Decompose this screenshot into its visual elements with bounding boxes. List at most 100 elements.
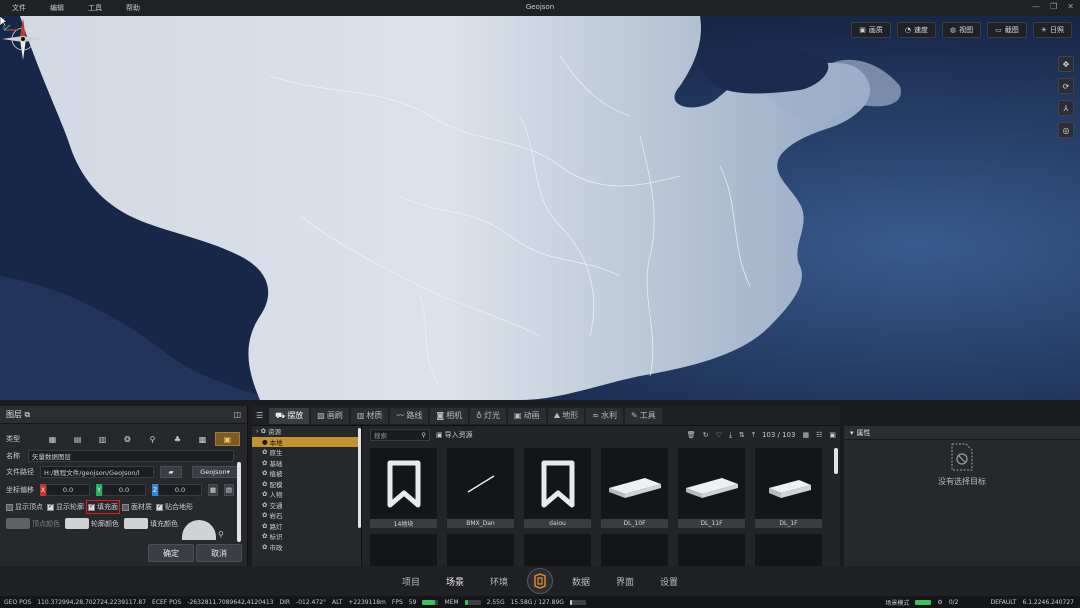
show-vertex-checkbox[interactable]: 显示顶点 (6, 502, 43, 512)
tree-item[interactable]: ✿ 配模 (252, 479, 361, 490)
tab-terrain[interactable]: ⛰ 地形 (547, 407, 585, 424)
tab-animation[interactable]: ▣ 动画 (508, 407, 546, 424)
poi-type-icon[interactable]: ⚲ (140, 432, 165, 446)
tree-item[interactable]: ✿ 人物 (252, 489, 361, 500)
nav-data[interactable]: 数据 (559, 575, 603, 588)
nav-interface[interactable]: 界面 (603, 575, 647, 588)
asset-item[interactable]: daiou (524, 448, 591, 528)
sort-icon[interactable]: ⇅ (739, 431, 745, 439)
nav-scene[interactable]: 场景 (433, 575, 477, 588)
globe-layer-icon[interactable]: ◎ (1058, 122, 1074, 138)
tab-camera[interactable]: ◙ 相机 (430, 407, 469, 424)
menu-edit[interactable]: 编辑 (38, 3, 76, 13)
tree-item[interactable]: ✿ 标识 (252, 531, 361, 542)
menu-file[interactable]: 文件 (0, 3, 38, 13)
tab-light[interactable]: ♁ 灯光 (470, 407, 506, 424)
app-logo-icon[interactable] (527, 568, 553, 594)
layer-panel-scrollbar[interactable] (237, 462, 241, 542)
asset-item[interactable]: 14地块 (370, 448, 437, 528)
nav-environment[interactable]: 环境 (477, 575, 521, 588)
refresh-icon[interactable]: ↻ (703, 431, 709, 439)
panel-collapse-icon[interactable]: ◫ (233, 410, 241, 419)
tree-item-local[interactable]: ● 本地 (252, 436, 361, 447)
asset-item[interactable]: DL_10F (601, 448, 668, 528)
surface-material-checkbox[interactable]: 面材质 (122, 502, 152, 512)
tree-item[interactable]: ✿ 路灯 (252, 521, 361, 532)
offset-y-input[interactable]: 0.0 (102, 484, 146, 496)
import-resource-button[interactable]: ▣ 导入资源 (436, 430, 473, 440)
offset-z-input[interactable]: 0.0 (158, 484, 202, 496)
speed-button[interactable]: ◔ 速度 (896, 22, 936, 38)
move-icon[interactable]: ✥ (1058, 56, 1074, 72)
asset-item[interactable]: BMX_Dan (447, 448, 514, 528)
tab-water[interactable]: ≈ 水利 (586, 407, 623, 424)
tree-item[interactable]: ✿ 市政 (252, 542, 361, 553)
minimize-icon[interactable]: — (1032, 2, 1040, 11)
quality-button[interactable]: ▣ 画质 (851, 22, 891, 38)
clamp-terrain-checkbox[interactable]: ✓ 贴合地形 (156, 502, 193, 512)
tree-item[interactable]: ✿ 基础 (252, 458, 361, 469)
confirm-button[interactable]: 确定 (148, 544, 194, 562)
screenshot-button[interactable]: ▭ 截图 (987, 22, 1027, 38)
nav-project[interactable]: 项目 (389, 575, 433, 588)
tile-type-icon[interactable]: ▤ (65, 432, 90, 446)
orbit-icon[interactable]: ⟳ (1058, 78, 1074, 94)
menu-tools[interactable]: 工具 (76, 3, 114, 13)
thumbnail-view-icon[interactable]: ▣ (829, 431, 836, 439)
reset-offset-icon[interactable]: ▤ (224, 484, 234, 496)
fill-polygon-checkbox[interactable]: ✓ 填充面 (86, 500, 120, 514)
browse-folder-button[interactable]: ▰ (160, 466, 182, 478)
tree-item[interactable]: ✿ 交通 (252, 500, 361, 511)
color-picker-knob[interactable] (182, 520, 216, 540)
tree-item[interactable]: ✿ 原生 (252, 447, 361, 458)
zoom-icon[interactable]: ⚲ (218, 530, 224, 539)
upload-icon[interactable]: ⤒ (752, 431, 755, 440)
search-input[interactable]: 搜索 ⚲ (370, 429, 430, 441)
gear-icon[interactable]: ⚙ (937, 599, 942, 606)
show-outline-checkbox[interactable]: ✓ 显示轮廓 (47, 502, 84, 512)
axis-icon[interactable]: ⅄ (1058, 100, 1074, 116)
tab-place[interactable]: ⛟ 摆放 (269, 407, 310, 424)
tree-type-icon[interactable]: ♣ (165, 432, 190, 446)
chevron-down-icon[interactable]: ▾ (850, 429, 854, 437)
vertex-color-swatch[interactable] (6, 518, 30, 529)
table-type-icon[interactable]: ▥ (90, 432, 115, 446)
offset-x-input[interactable]: 0.0 (46, 484, 90, 496)
menu-help[interactable]: 帮助 (114, 3, 152, 13)
cancel-button[interactable]: 取消 (196, 544, 242, 562)
model-type-icon[interactable]: ❂ (115, 432, 140, 446)
restore-icon[interactable]: ❐ (1050, 2, 1057, 11)
scene-mode-toggle[interactable] (915, 599, 932, 605)
pick-offset-icon[interactable]: ▦ (208, 484, 218, 496)
asset-item[interactable]: DL_1F (755, 448, 822, 528)
delete-icon[interactable]: 🗑 (687, 431, 696, 439)
grid-type-icon[interactable]: ▦ (40, 432, 65, 446)
tree-scrollbar[interactable] (358, 428, 361, 528)
format-select[interactable]: GeoJson ▾ (192, 466, 238, 478)
outline-color-swatch[interactable] (65, 518, 89, 529)
menu-toggle-icon[interactable]: ☰ (256, 411, 263, 420)
list-view-icon[interactable]: ☷ (816, 431, 822, 439)
globe-viewport[interactable]: ▣ 画质 ◔ 速度 ◍ 视图 ▭ 截图 ☀ 日照 ✥ ⟳ ⅄ ◎ (0, 16, 1080, 400)
layer-name-input[interactable]: 矢量数据图层 (28, 450, 234, 462)
asset-grid-scrollbar[interactable] (834, 448, 838, 474)
tab-brush[interactable]: ▨ 画刷 (311, 407, 349, 424)
fill-color-swatch[interactable] (124, 518, 148, 529)
vector-type-icon[interactable]: ▣ (215, 432, 240, 446)
file-path-input[interactable]: H:/教程文件/geojson/GeoJson/l (40, 466, 154, 478)
grid-view-icon[interactable]: ▦ (802, 431, 809, 439)
view-button[interactable]: ◍ 视图 (941, 22, 982, 38)
nav-settings[interactable]: 设置 (647, 575, 691, 588)
terrain-type-icon[interactable]: ▩ (190, 432, 215, 446)
tab-tools[interactable]: ✎ 工具 (625, 407, 662, 424)
favorite-icon[interactable]: ♡ (716, 431, 722, 439)
close-icon[interactable]: ✕ (1067, 2, 1074, 11)
tab-route[interactable]: 〰路线 (390, 407, 429, 424)
download-icon[interactable]: ⤓ (729, 431, 732, 440)
tree-root[interactable]: › ✿ 资源 (252, 426, 361, 437)
tree-item[interactable]: ✿ 岩石 (252, 510, 361, 521)
sunlight-button[interactable]: ☀ 日照 (1032, 22, 1072, 38)
tab-material[interactable]: ▥ 材质 (350, 407, 389, 424)
asset-item[interactable]: DL_11F (678, 448, 745, 528)
tree-item[interactable]: ✿ 植被 (252, 468, 361, 479)
